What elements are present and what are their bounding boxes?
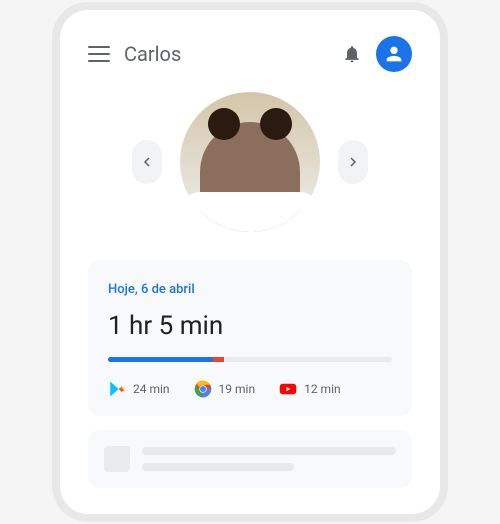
screen-time-card[interactable]: Hoje, 6 de abril 1 hr 5 min 24 min 19 [88, 260, 412, 416]
app-time-label: 19 min [219, 382, 256, 396]
phone-frame: Carlos Hoje, 6 de abril 1 hr 5 min [60, 10, 440, 514]
previous-child-button[interactable] [132, 140, 162, 184]
app-time-label: 12 min [304, 382, 341, 396]
usage-progress-bar [108, 357, 392, 362]
screen: Carlos Hoje, 6 de abril 1 hr 5 min [68, 18, 432, 506]
child-profile-photo[interactable] [180, 92, 320, 232]
notifications-icon[interactable] [342, 44, 362, 64]
loading-card [88, 430, 412, 488]
date-link[interactable]: Hoje, 6 de abril [108, 282, 195, 297]
app-item-youtube: 12 min [279, 380, 341, 398]
chrome-icon [194, 380, 212, 398]
account-avatar-icon[interactable] [376, 36, 412, 72]
page-title: Carlos [124, 42, 328, 66]
skeleton-icon [104, 446, 130, 472]
app-item-chrome: 19 min [194, 380, 256, 398]
app-time-label: 24 min [133, 382, 170, 396]
next-child-button[interactable] [338, 140, 368, 184]
youtube-icon [279, 380, 297, 398]
skeleton-lines [142, 446, 396, 472]
app-breakdown: 24 min 19 min 12 min [108, 380, 392, 398]
google-play-icon [108, 380, 126, 398]
header: Carlos [88, 36, 412, 72]
total-screen-time: 1 hr 5 min [108, 311, 392, 341]
app-item-play: 24 min [108, 380, 170, 398]
hamburger-menu-icon[interactable] [88, 46, 110, 62]
profile-carousel [88, 92, 412, 232]
